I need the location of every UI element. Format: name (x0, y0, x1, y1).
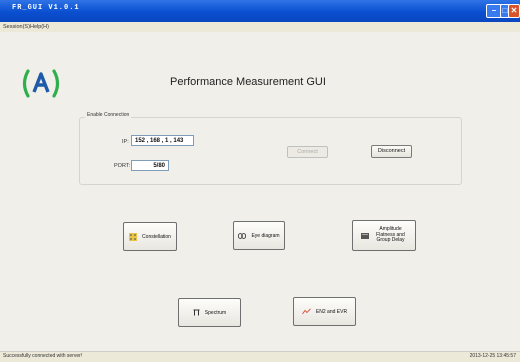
close-button[interactable]: ✕ (508, 4, 520, 18)
amplitude-flatness-button[interactable]: Amplitude Flatness and Group Delay (352, 220, 416, 251)
status-timestamp: 2013-12-25 13:45:57 (469, 353, 516, 359)
amplitude-flatness-icon (360, 232, 369, 239)
constellation-button[interactable]: Constellation (123, 222, 177, 251)
main-window: FR_GUI V1.0.1 – □ ✕ Session(S) Help(H) P… (0, 0, 520, 362)
constellation-label: Constellation (142, 233, 171, 240)
status-message: Successfully connected with server! (3, 353, 83, 359)
disconnect-button[interactable]: Disconnect (371, 145, 412, 158)
constellation-icon (129, 232, 138, 241)
connect-button[interactable]: Connect (287, 146, 328, 158)
connection-group-label: Enable Connection (85, 112, 132, 118)
port-field[interactable]: 5/80 (131, 160, 169, 171)
window-title: FR_GUI V1.0.1 (12, 4, 80, 12)
spectrum-button[interactable]: Spectrum (178, 298, 241, 327)
title-bar[interactable]: FR_GUI V1.0.1 – □ ✕ (0, 0, 520, 22)
eye-diagram-button[interactable]: Eye diagram (233, 221, 285, 250)
ip-label: IP: (122, 139, 129, 145)
menu-item-help[interactable]: Help(H) (30, 22, 49, 32)
ip-address-field[interactable]: 152 , 168 , 1 , 143 (131, 135, 194, 146)
ebno-evm-label: EN2 and EVR (315, 308, 348, 315)
status-bar: Successfully connected with server! 2013… (0, 351, 520, 362)
amplitude-flatness-label: Amplitude Flatness and Group Delay (376, 225, 405, 244)
spectrum-label: Spectrum (204, 309, 227, 316)
page-title: Performance Measurement GUI (170, 76, 326, 88)
eye-diagram-icon (238, 232, 247, 239)
menu-bar: Session(S) Help(H) (0, 22, 520, 32)
ebno-evm-icon (302, 308, 311, 315)
menu-item-session[interactable]: Session(S) (3, 22, 30, 32)
eye-diagram-label: Eye diagram (251, 232, 280, 239)
spectrum-icon (193, 309, 200, 316)
app-logo-icon (22, 69, 60, 98)
port-label: PORT: (114, 163, 131, 169)
ebno-evm-button[interactable]: EN2 and EVR (293, 297, 356, 326)
